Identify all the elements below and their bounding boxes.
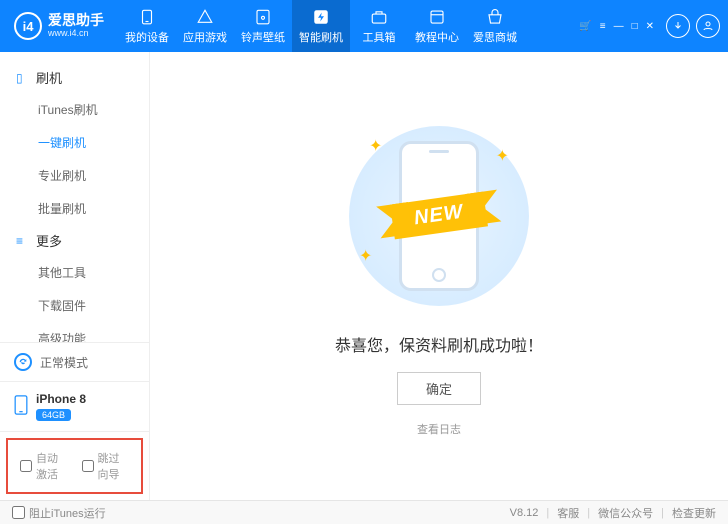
success-illustration: ✦ ✦ ✦ NEW [339,116,539,316]
nav-label: 应用游戏 [183,29,227,45]
phone-icon [138,8,156,26]
cart-icon[interactable]: 🛒 [579,21,591,32]
nav-label: 我的设备 [125,29,169,45]
download-button[interactable] [666,14,690,38]
sidebar-item[interactable]: 高级功能 [0,322,149,342]
header: i4 爱思助手 www.i4.cn 我的设备应用游戏铃声壁纸智能刷机 工具箱 教程中… [0,0,728,52]
version-label: V8.12 [510,507,539,519]
top-nav: 我的设备应用游戏铃声壁纸智能刷机 工具箱 教程中心爱思商城 [118,0,524,52]
block-itunes-checkbox[interactable]: 阻止iTunes运行 [12,505,106,521]
flash-icon [312,8,330,26]
footer-link-support[interactable]: 客服 [557,505,579,521]
apps-icon [196,8,214,26]
maximize-icon[interactable]: □ [632,21,638,32]
close-icon[interactable]: ✕ [646,21,654,32]
brand-url: www.i4.cn [48,29,104,39]
logo: i4 爱思助手 www.i4.cn [0,12,118,40]
nav-phone[interactable]: 我的设备 [118,0,176,52]
book-icon [428,8,446,26]
sidebar: ▯ 刷机 iTunes刷机一键刷机专业刷机批量刷机 ≡ 更多其他工具下载固件高级功能 正… [0,52,150,500]
body: ▯ 刷机 iTunes刷机一键刷机专业刷机批量刷机 ≡ 更多其他工具下载固件高级功能 正… [0,52,728,500]
minimize-icon[interactable]: — [614,21,624,32]
nav-apps[interactable]: 应用游戏 [176,0,234,52]
group-title: 刷机 [36,68,62,87]
nav-label: 爱思商城 [473,29,517,45]
skip-wizard-checkbox[interactable]: 跳过向导 [82,450,130,482]
music-icon [254,8,272,26]
sidebar-item[interactable]: 一键刷机 [0,126,149,159]
menu-icon[interactable]: ≡ [600,21,606,32]
nav-music[interactable]: 铃声壁纸 [234,0,292,52]
toolbox-icon [370,8,388,26]
nav-label: 智能刷机 [299,29,343,45]
success-message: 恭喜您，保资料刷机成功啦！ [335,332,543,356]
footer-link-wechat[interactable]: 微信公众号 [598,505,653,521]
highlighted-checkboxes: 自动激活 跳过向导 [6,438,143,494]
nav-label: 工具箱 [363,29,396,45]
logo-badge: i4 [14,12,42,40]
sidebar-item[interactable]: 其他工具 [0,256,149,289]
sidebar-group: ≡ 更多 [0,225,149,256]
user-button[interactable] [696,14,720,38]
ok-button[interactable]: 确定 [397,372,481,405]
device-name: iPhone 8 [36,392,86,406]
sidebar-item[interactable]: iTunes刷机 [0,93,149,126]
footer-link-update[interactable]: 检查更新 [672,505,716,521]
nav-label: 教程中心 [415,29,459,45]
phone-icon [14,395,28,418]
nav-flash[interactable]: 智能刷机 [292,0,350,52]
storage-badge: 64GB [36,409,71,421]
nav-label: 铃声壁纸 [241,29,285,45]
view-log-link[interactable]: 查看日志 [417,421,461,437]
sidebar-group: ▯ 刷机 [0,62,149,93]
nav-shop[interactable]: 爱思商城 [466,0,524,52]
shop-icon [486,8,504,26]
group-title: 更多 [36,231,62,250]
auto-activate-checkbox[interactable]: 自动激活 [20,450,68,482]
brand-name: 爱思助手 [48,13,104,28]
mode-label: 正常模式 [40,354,88,371]
sidebar-item[interactable]: 批量刷机 [0,192,149,225]
window-controls: 🛒 ≡ — □ ✕ [579,0,728,52]
group-icon: ≡ [16,234,30,248]
footer: 阻止iTunes运行 V8.12 | 客服 | 微信公众号 | 检查更新 [0,500,728,524]
sidebar-item[interactable]: 下载固件 [0,289,149,322]
mode-row[interactable]: 正常模式 [0,343,149,382]
main-content: ✦ ✦ ✦ NEW 恭喜您，保资料刷机成功啦！ 确定 查看日志 [150,52,728,500]
sidebar-item[interactable]: 专业刷机 [0,159,149,192]
group-icon: ▯ [16,71,30,85]
device-row[interactable]: iPhone 8 64GB [0,382,149,432]
nav-toolbox[interactable]: 工具箱 [350,0,408,52]
refresh-icon [14,353,32,371]
nav-book[interactable]: 教程中心 [408,0,466,52]
